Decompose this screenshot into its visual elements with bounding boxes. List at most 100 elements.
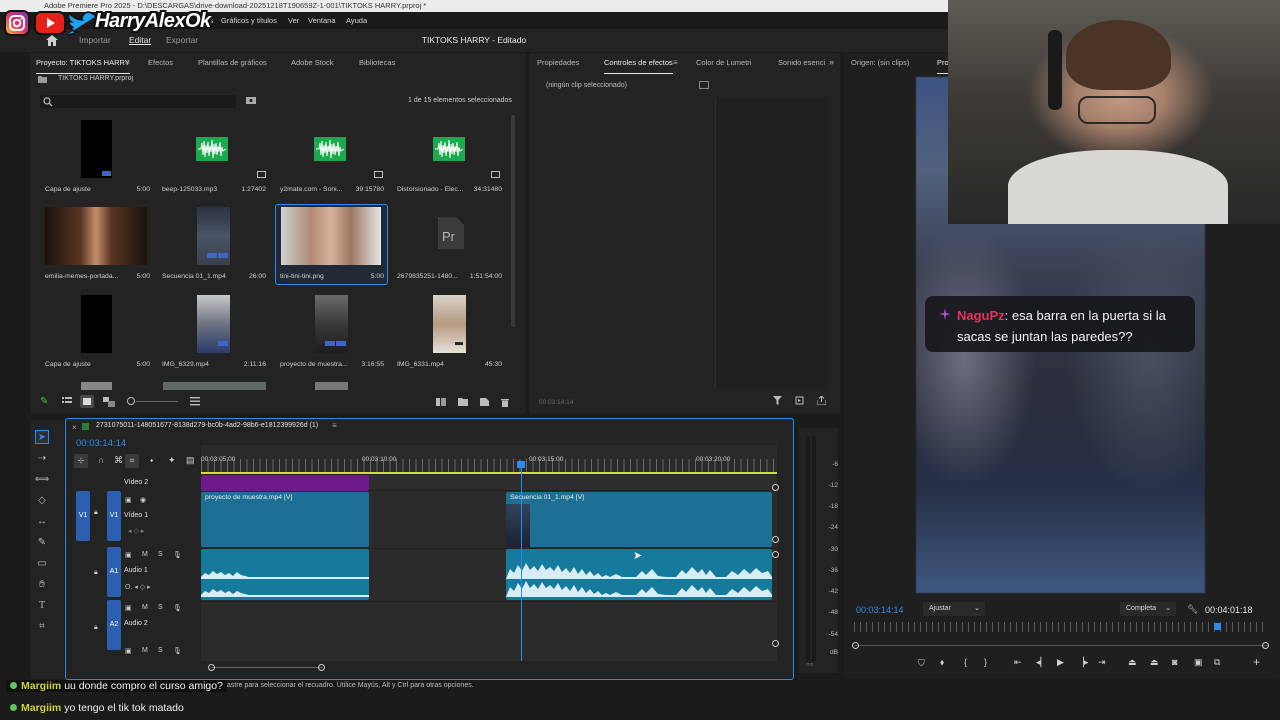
track-resize-handle[interactable]: [772, 484, 779, 491]
lock-icon[interactable]: 🔒︎: [94, 569, 98, 577]
solo-button[interactable]: S: [158, 647, 163, 654]
folder-icon[interactable]: [458, 398, 468, 406]
button-editor-icon[interactable]: ⧉: [1214, 657, 1220, 668]
zoom-slider[interactable]: [136, 401, 178, 402]
new-bin-icon[interactable]: [246, 96, 256, 105]
keyframe-nav-icon[interactable]: ◂ ◇ ▸: [128, 527, 144, 535]
trash-icon[interactable]: [501, 398, 509, 407]
audio-waveform-icon[interactable]: [433, 137, 465, 161]
settings-wrench-icon[interactable]: ✦: [168, 455, 176, 466]
mic-icon[interactable]: 🎙︎: [173, 647, 182, 655]
audio-waveform-icon[interactable]: [196, 137, 228, 161]
icon-view-icon[interactable]: [80, 395, 94, 408]
tab-properties[interactable]: Propiedades: [537, 53, 579, 73]
list-view-icon[interactable]: [62, 397, 72, 407]
menu-ayuda[interactable]: Ayuda: [346, 12, 367, 29]
new-item-icon[interactable]: [480, 398, 489, 406]
track-select-tool-icon[interactable]: ⇢: [35, 451, 49, 465]
keyframe-nav-icon[interactable]: O. ◂ ◇ ▸: [125, 583, 151, 591]
search-input[interactable]: [40, 95, 236, 108]
time-ruler[interactable]: [854, 622, 1268, 632]
close-icon[interactable]: ×: [72, 423, 77, 432]
razor-tool-icon[interactable]: ◇: [35, 493, 49, 507]
menu-ver[interactable]: Ver: [288, 12, 299, 29]
marker-tool-icon[interactable]: ⌗: [125, 454, 139, 468]
video-clip[interactable]: proyecto de muestra.mp4 [V]: [201, 492, 369, 547]
media-thumb-adjustment[interactable]: [81, 295, 112, 353]
video-clip[interactable]: Secuencia 01_1.mp4 [V]: [506, 492, 772, 547]
lift-icon[interactable]: ⏏︎: [1128, 657, 1137, 668]
mark-out-icon[interactable]: }: [984, 657, 987, 667]
extract-icon[interactable]: ⏏︎: [1150, 657, 1159, 668]
step-forward-icon[interactable]: ▕▸: [1077, 657, 1088, 668]
media-thumb-image[interactable]: [281, 207, 381, 265]
tab-libraries[interactable]: Bibliotecas: [359, 53, 395, 73]
export-frame-icon[interactable]: ⛉︎: [918, 658, 925, 669]
nest-icon[interactable]: ⊹: [74, 454, 88, 468]
media-thumb-video[interactable]: [197, 295, 230, 353]
add-marker-icon[interactable]: ⬩: [150, 455, 153, 466]
media-thumb-video[interactable]: [197, 207, 230, 265]
solo-button[interactable]: S: [158, 551, 163, 558]
ripple-edit-tool-icon[interactable]: ⟺: [35, 472, 49, 486]
playhead-handle[interactable]: [517, 461, 525, 468]
track-area[interactable]: proyecto de muestra.mp4 [V] Secuencia 01…: [201, 461, 779, 661]
camera-icon[interactable]: ◙: [1172, 657, 1177, 667]
tab-project[interactable]: Proyecto: TIKTOKS HARRY: [36, 53, 130, 74]
step-back-icon[interactable]: ◂▏: [1036, 657, 1047, 668]
media-thumb-video[interactable]: [433, 295, 466, 353]
tab-lumetri-color[interactable]: Color de Lumetri: [696, 53, 751, 73]
sort-icon[interactable]: [190, 397, 200, 407]
snap-magnet-icon[interactable]: ∩: [98, 455, 104, 465]
tab-program[interactable]: Pro: [937, 53, 949, 74]
hand-tool-icon[interactable]: ✋︎: [35, 577, 49, 591]
fit-dropdown[interactable]: Ajustar ⌄: [923, 602, 985, 616]
sequence-name[interactable]: 2731075011-148051677-8138d279-bc0b-4ad2-…: [96, 422, 318, 429]
generative-tool-icon[interactable]: ⌗: [35, 619, 49, 633]
tab-graphic-templates[interactable]: Plantillas de gráficos: [198, 53, 267, 73]
film-icon[interactable]: ▣: [125, 551, 132, 559]
go-to-out-icon[interactable]: ⇥: [1098, 657, 1106, 668]
tab-essential-sound[interactable]: Sonido esenci: [778, 53, 825, 73]
timeline-zoom-bar[interactable]: [211, 667, 323, 668]
track-resize-handle[interactable]: [772, 551, 779, 558]
track-target-a1[interactable]: A1: [107, 547, 121, 597]
track-target-a2[interactable]: A2: [107, 600, 121, 650]
wrench-icon[interactable]: 🔧︎: [1187, 604, 1198, 614]
play-only-audio-icon[interactable]: [795, 396, 804, 405]
media-thumb-video[interactable]: [315, 295, 348, 353]
lock-icon[interactable]: 🔒︎: [94, 624, 98, 632]
timeline-ruler[interactable]: 00:03:05:00 00:03:10:00 00:03:15:00 00:0…: [201, 445, 777, 473]
filter-icon[interactable]: [773, 396, 782, 405]
playhead-line[interactable]: [521, 461, 522, 661]
track-resize-handle[interactable]: [772, 640, 779, 647]
slip-tool-icon[interactable]: ↔: [35, 514, 49, 528]
track-resize-handle[interactable]: [772, 536, 779, 543]
hamburger-icon[interactable]: ≡: [673, 58, 678, 67]
zoom-handle-right[interactable]: [1262, 642, 1269, 649]
menu-graficos[interactable]: Gráficos y títulos: [221, 12, 277, 29]
adjustment-layer-clip[interactable]: [201, 475, 369, 491]
zoom-handle-right[interactable]: [318, 664, 325, 671]
film-icon[interactable]: ▣: [125, 496, 132, 504]
play-icon[interactable]: ▶: [1057, 657, 1064, 668]
linked-selection-icon[interactable]: ⌘: [114, 455, 123, 466]
zoom-handle-left[interactable]: [208, 664, 215, 671]
rectangle-tool-icon[interactable]: ▭: [35, 556, 49, 570]
zoom-handle-left[interactable]: [852, 642, 859, 649]
captions-icon[interactable]: ▤: [186, 455, 195, 466]
tab-adobe-stock[interactable]: Adobe Stock: [291, 53, 334, 73]
pen-tool-icon[interactable]: ✎: [35, 535, 49, 549]
film-icon[interactable]: ▣: [125, 604, 132, 612]
premiere-project-icon[interactable]: Pr: [436, 217, 464, 249]
marker-icon[interactable]: ⬧: [940, 657, 944, 668]
work-area-bar[interactable]: [201, 472, 777, 474]
pencil-icon[interactable]: ✎: [40, 397, 50, 407]
mic-icon[interactable]: 🎙︎: [173, 551, 182, 559]
media-thumb-image[interactable]: [45, 207, 147, 265]
panel-toggle-icon[interactable]: [699, 81, 709, 89]
film-icon[interactable]: ▣: [125, 647, 132, 655]
type-tool-icon[interactable]: T: [35, 598, 49, 612]
tab-source[interactable]: Origen: (sin clips): [851, 53, 909, 73]
mute-button[interactable]: M: [142, 551, 148, 558]
